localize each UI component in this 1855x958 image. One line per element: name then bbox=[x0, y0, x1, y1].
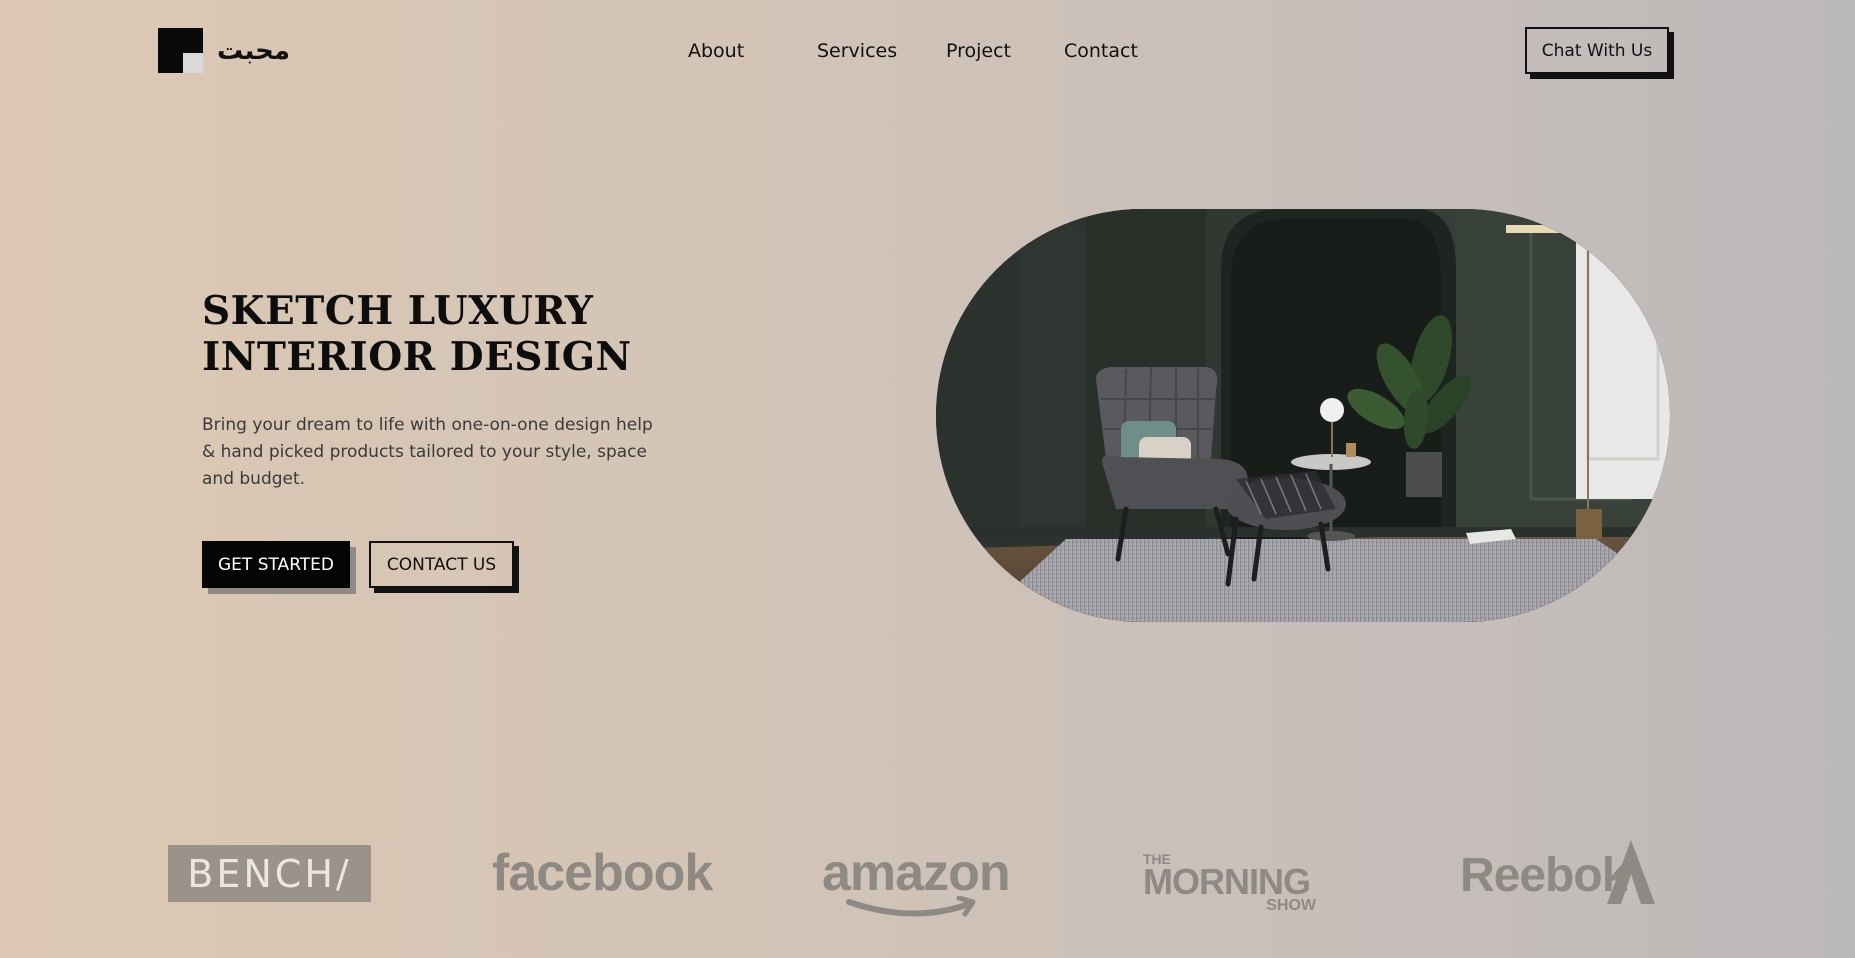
contact-us-button[interactable]: CONTACT US bbox=[369, 541, 514, 588]
morning-show-main: MORNING bbox=[1143, 861, 1311, 902]
brand-amazon-logo: amazon bbox=[822, 844, 1011, 902]
nav-services[interactable]: Services bbox=[817, 40, 897, 62]
amazon-smile-icon bbox=[846, 896, 976, 917]
hero-interior-image bbox=[936, 209, 1670, 622]
brand-morning-show-logo: THE MORNING SHOW bbox=[1143, 852, 1333, 914]
brand-facebook-logo: facebook bbox=[492, 844, 713, 902]
nav-project[interactable]: Project bbox=[946, 40, 1011, 62]
hero-title-line1: SKETCH LUXURY bbox=[202, 288, 594, 334]
hero-title-line2: INTERIOR DESIGN bbox=[202, 334, 632, 380]
interior-scene-icon bbox=[936, 209, 1670, 622]
chat-with-us-button[interactable]: Chat With Us bbox=[1525, 27, 1669, 74]
brand-bench-logo: BENCH/ bbox=[168, 845, 371, 902]
brand-reebok-logo: Reebok bbox=[1460, 849, 1628, 902]
hero-description: Bring your dream to life with one-on-one… bbox=[202, 415, 653, 489]
get-started-button[interactable]: GET STARTED bbox=[202, 541, 350, 588]
nav-contact[interactable]: Contact bbox=[1064, 40, 1138, 62]
reebok-delta-icon bbox=[1607, 840, 1655, 904]
nav-about[interactable]: About bbox=[688, 40, 744, 62]
hero-title: SKETCH LUXURY INTERIOR DESIGN bbox=[202, 288, 722, 380]
